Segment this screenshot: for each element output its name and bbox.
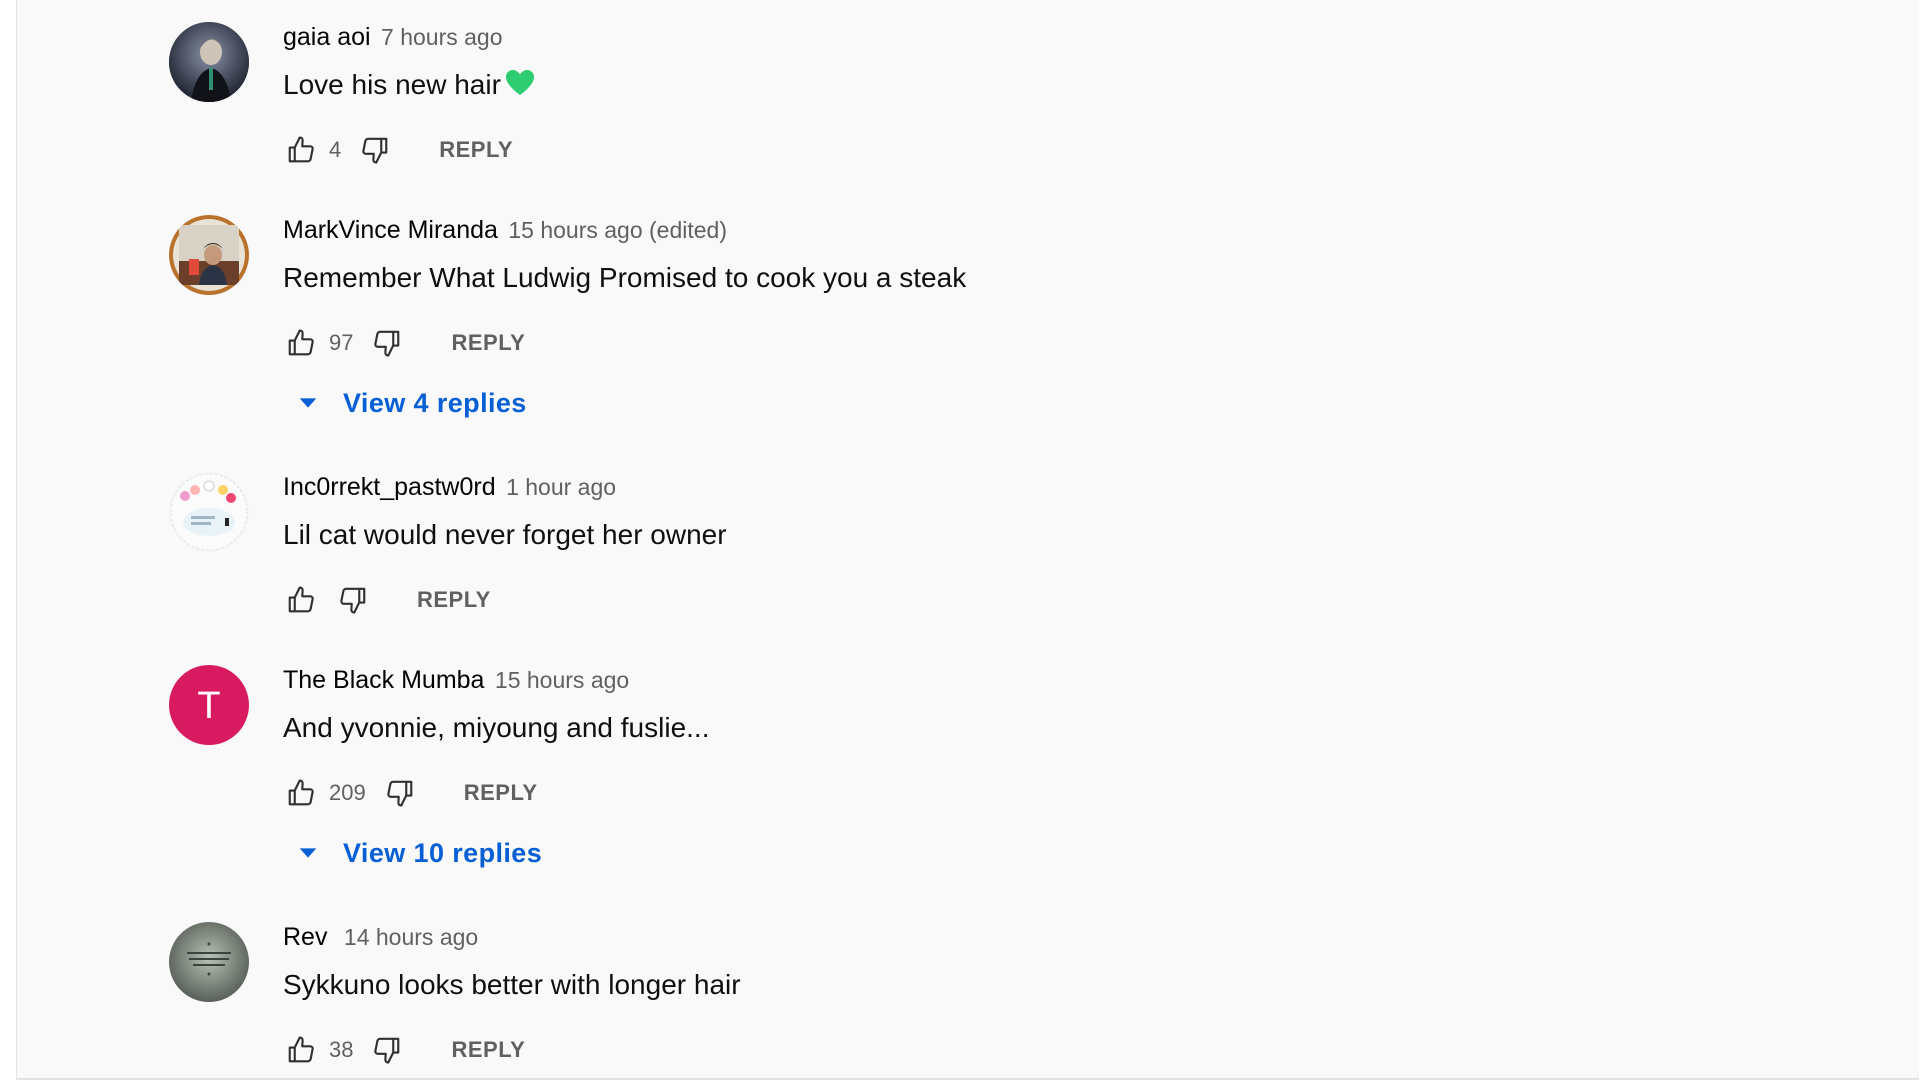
timestamp[interactable]: 7 hours ago xyxy=(381,24,502,50)
like-count: 97 xyxy=(329,330,354,355)
comment-header: gaia aoi 7 hours ago xyxy=(283,22,1917,52)
author-name[interactable]: Rev xyxy=(283,923,327,951)
author-name[interactable]: gaia aoi xyxy=(283,23,371,51)
comment-body: MarkVince Miranda 15 hours ago (edited) … xyxy=(283,215,1917,295)
view-replies-button[interactable]: View 4 replies xyxy=(283,383,527,423)
like-count: 4 xyxy=(329,137,342,162)
comment-text: Love his new hair xyxy=(283,68,1917,105)
avatar-image: T xyxy=(169,665,249,745)
comment-body: The Black Mumba 15 hours ago And yvonnie… xyxy=(283,665,1917,745)
comment-body: Inc0rrekt_pastw0rd 1 hour ago Lil cat wo… xyxy=(283,472,1917,552)
avatar[interactable] xyxy=(169,22,249,102)
thumbs-up-icon xyxy=(288,136,314,163)
reply-button[interactable]: REPLY xyxy=(439,137,513,163)
thumbs-down-icon xyxy=(374,1037,400,1064)
timestamp[interactable]: 15 hours ago (edited) xyxy=(508,217,727,243)
comment-header: Rev 14 hours ago xyxy=(283,922,1917,952)
timestamp[interactable]: 14 hours ago xyxy=(344,924,478,950)
reply-button[interactable]: REPLY xyxy=(451,330,525,356)
thumbs-up-icon xyxy=(288,779,314,806)
dislike-button[interactable] xyxy=(369,325,405,361)
like-button[interactable] xyxy=(283,325,319,361)
comment-text: Sykkuno looks better with longer hair xyxy=(283,969,741,1000)
comment-body: Rev 14 hours ago Sykkuno looks better wi… xyxy=(283,922,1917,1002)
timestamp[interactable]: 15 hours ago xyxy=(495,667,629,693)
green-heart-icon xyxy=(505,69,535,105)
comment-actions: 97 REPLY xyxy=(283,323,525,363)
comment-text-content: Love his new hair xyxy=(283,69,501,100)
avatar[interactable] xyxy=(169,922,249,1002)
view-replies-label: View 10 replies xyxy=(343,837,543,868)
reply-button[interactable]: REPLY xyxy=(451,1037,525,1063)
avatar-image xyxy=(169,22,249,102)
avatar-image xyxy=(169,215,249,295)
author-name[interactable]: MarkVince Miranda xyxy=(283,216,498,244)
like-button[interactable] xyxy=(283,1032,319,1068)
comment-actions: REPLY xyxy=(283,580,491,620)
comment-header: Inc0rrekt_pastw0rd 1 hour ago xyxy=(283,472,1917,502)
view-replies-button[interactable]: View 10 replies xyxy=(283,833,542,873)
comment-text: And yvonnie, miyoung and fuslie... xyxy=(283,712,710,743)
thumbs-up-icon xyxy=(288,1036,314,1063)
like-count: 209 xyxy=(329,780,366,805)
dislike-button[interactable] xyxy=(335,582,371,618)
comment-actions: 4 REPLY xyxy=(283,130,513,170)
like-button[interactable] xyxy=(283,775,319,811)
caret-down-icon xyxy=(299,398,317,408)
comments-panel: gaia aoi 7 hours ago Love his new hair 4 xyxy=(17,0,1919,1080)
dislike-button[interactable] xyxy=(357,132,393,168)
thumbs-down-icon xyxy=(362,137,388,164)
thumbs-down-icon xyxy=(374,330,400,357)
thumbs-up-icon xyxy=(288,586,314,613)
avatar-image xyxy=(169,472,249,552)
like-count: 38 xyxy=(329,1037,354,1062)
comment-body: gaia aoi 7 hours ago Love his new hair xyxy=(283,22,1917,105)
like-button[interactable] xyxy=(283,582,319,618)
author-name[interactable]: The Black Mumba xyxy=(283,666,484,694)
caret-down-icon xyxy=(299,848,317,858)
like-button[interactable] xyxy=(283,132,319,168)
thumbs-down-icon xyxy=(340,587,366,614)
avatar[interactable] xyxy=(169,215,249,295)
reply-button[interactable]: REPLY xyxy=(417,587,491,613)
dislike-button[interactable] xyxy=(369,1032,405,1068)
comment-header: The Black Mumba 15 hours ago xyxy=(283,665,1917,695)
avatar[interactable]: T xyxy=(169,665,249,745)
thumbs-up-icon xyxy=(288,329,314,356)
view-replies-label: View 4 replies xyxy=(343,387,527,418)
comment-text: Remember What Ludwig Promised to cook yo… xyxy=(283,262,967,293)
comment-header: MarkVince Miranda 15 hours ago (edited) xyxy=(283,215,1917,245)
comment-actions: 38 REPLY xyxy=(283,1030,525,1070)
dislike-button[interactable] xyxy=(382,775,418,811)
timestamp[interactable]: 1 hour ago xyxy=(506,474,616,500)
comments-page: gaia aoi 7 hours ago Love his new hair 4 xyxy=(0,0,1920,1080)
author-name[interactable]: Inc0rrekt_pastw0rd xyxy=(283,473,496,501)
comment-text: Lil cat would never forget her owner xyxy=(283,519,727,550)
avatar-letter: T xyxy=(197,685,220,727)
reply-button[interactable]: REPLY xyxy=(464,780,538,806)
thumbs-down-icon xyxy=(386,780,413,807)
comment-actions: 209 REPLY xyxy=(283,773,538,813)
left-gutter xyxy=(0,0,17,1080)
avatar[interactable] xyxy=(169,472,249,552)
avatar-image xyxy=(169,922,249,1002)
